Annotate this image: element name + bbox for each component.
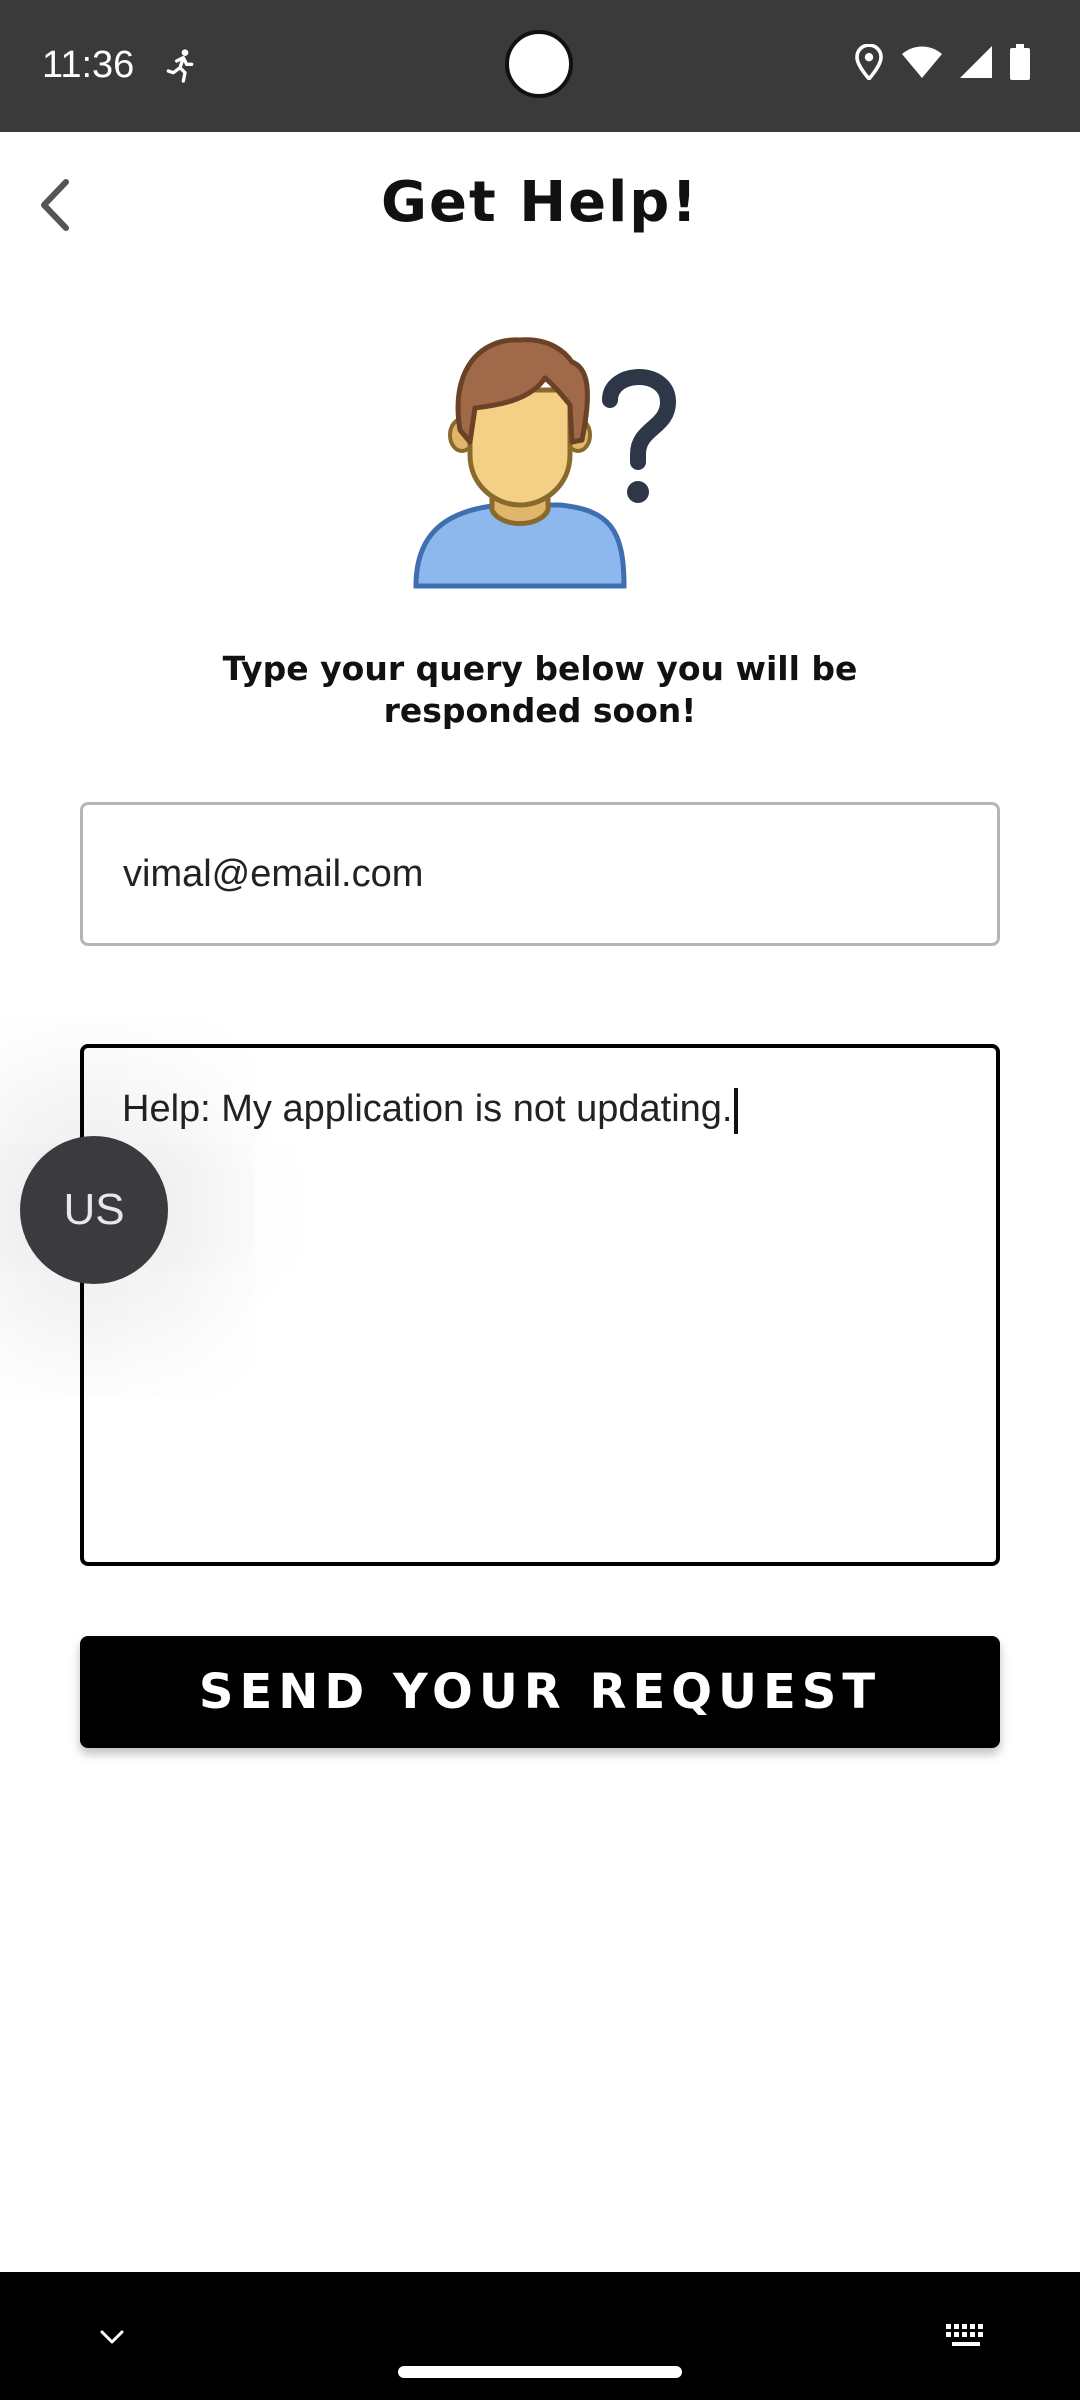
keyboard-icon[interactable] [944,2322,990,2352]
help-person-question-icon [413,337,677,589]
status-icons [854,44,1030,80]
text-cursor [734,1088,739,1134]
status-bar: 11:36 [0,0,1080,132]
email-field[interactable]: vimal@email.com [80,802,1000,946]
home-handle[interactable] [398,2366,682,2378]
status-time: 11:36 [42,44,135,86]
battery-icon [1010,44,1030,80]
location-icon [855,44,883,80]
camera-cutout [505,30,573,98]
message-value: Help: My application is not updating. [122,1088,733,1131]
instruction-text: Type your query below you will be respon… [222,649,858,730]
signal-icon [960,46,992,78]
chevron-down-icon[interactable] [96,2326,128,2350]
message-textarea[interactable]: Help: My application is not updating. [80,1044,1000,1566]
page-title: Get Help! [381,170,699,235]
floating-chat-bubble[interactable]: US [20,1136,168,1284]
navigation-bar [0,2272,1080,2400]
email-value: vimal@email.com [123,852,424,895]
running-icon [166,49,194,83]
send-request-button[interactable]: SEND YOUR REQUEST [80,1636,1000,1748]
bubble-label: US [63,1185,125,1234]
wifi-icon [902,46,942,78]
send-button-label: SEND YOUR REQUEST [198,1664,882,1720]
